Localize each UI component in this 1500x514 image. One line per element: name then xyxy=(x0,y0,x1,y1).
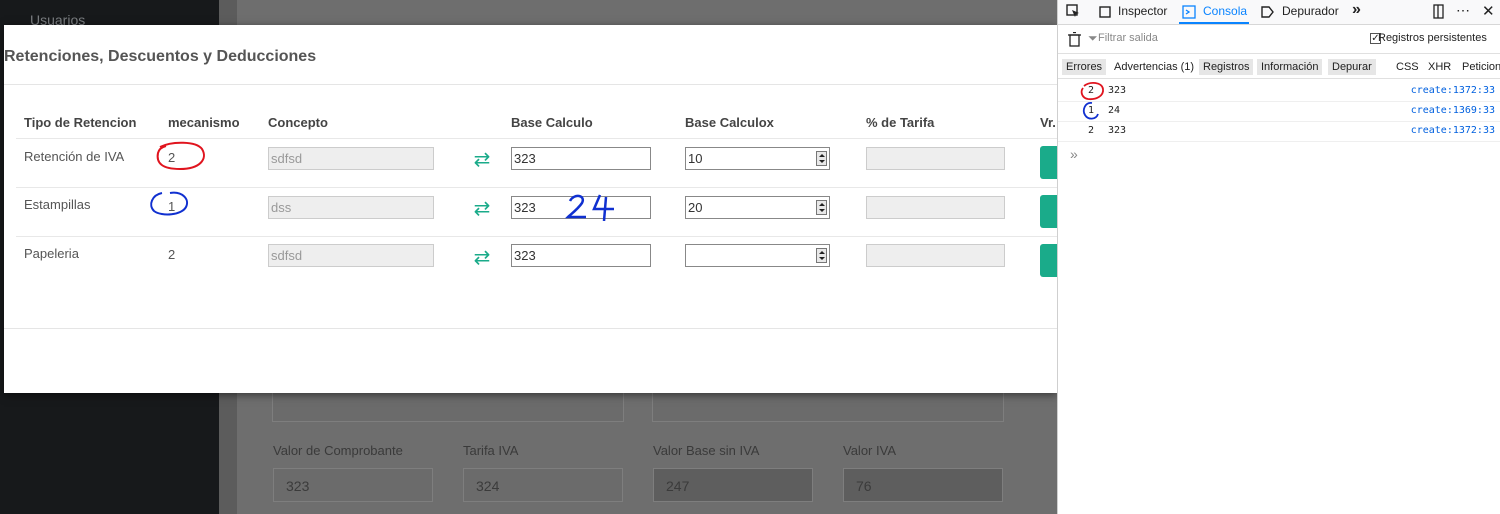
header-mecanismo: mecanismo xyxy=(168,115,240,130)
row1-concepto-input[interactable]: sdfsd xyxy=(268,147,434,170)
devtools-panel: Inspector Consola Depurador » ⋯ ✕ ⏷ Filt… xyxy=(1057,0,1500,514)
row1-tarifa-input[interactable] xyxy=(866,147,1005,170)
header-tipo-retencion: Tipo de Retencion xyxy=(24,115,137,130)
row3-mecanismo: 2 xyxy=(168,247,176,262)
red-circle-annotation xyxy=(1080,82,1104,101)
header-base-calculox: Base Calculox xyxy=(685,115,774,130)
log-value: 24 xyxy=(1108,105,1121,116)
active-tab-indicator xyxy=(1179,22,1249,24)
trash-icon[interactable] xyxy=(1068,32,1081,47)
filter-depurar[interactable]: Depurar xyxy=(1328,59,1376,75)
blue-circle-annotation xyxy=(150,191,188,216)
console-icon xyxy=(1182,5,1196,19)
log-source-link[interactable]: create:1372:33 xyxy=(1411,85,1495,96)
console-log-row[interactable]: 2 323 create:1372:33 xyxy=(1058,81,1500,102)
modal-footer-divider xyxy=(4,328,1057,329)
header-vr: Vr. xyxy=(1040,115,1056,130)
close-icon[interactable]: ✕ xyxy=(1482,2,1495,20)
header-concepto: Concepto xyxy=(268,115,328,130)
row3-spinner-icon[interactable] xyxy=(816,248,827,263)
row2-tipo: Estampillas xyxy=(24,197,91,212)
inspector-icon xyxy=(1099,6,1111,18)
log-source-link[interactable]: create:1369:33 xyxy=(1411,105,1495,116)
row1-tipo: Retención de IVA xyxy=(24,149,125,164)
persist-logs-label: Registros persistentes xyxy=(1378,32,1487,44)
element-picker-icon[interactable] xyxy=(1066,4,1080,18)
row3-base-calculo-input[interactable]: 323 xyxy=(511,244,651,267)
filter-informacion[interactable]: Información xyxy=(1257,59,1323,75)
row-divider xyxy=(16,236,1057,237)
bg-label-tarifa-iva: Tarifa IVA xyxy=(463,443,519,458)
row2-tarifa-input[interactable] xyxy=(866,196,1005,219)
tab-depurador[interactable]: Depurador xyxy=(1282,4,1339,18)
row2-concepto-input[interactable]: dss xyxy=(268,196,434,219)
row2-action-button[interactable] xyxy=(1040,195,1057,228)
filter-registros[interactable]: Registros xyxy=(1199,59,1254,75)
row2-spinner-icon[interactable] xyxy=(816,200,827,215)
filter-peticiones[interactable]: Peticiones xyxy=(1458,59,1500,75)
bg-field-tarifa-iva[interactable]: 324 xyxy=(463,468,623,502)
bg-label-valor-iva: Valor IVA xyxy=(843,443,896,458)
row3-action-button[interactable] xyxy=(1040,244,1057,277)
console-log-row[interactable]: 1 24 create:1369:33 xyxy=(1058,101,1500,122)
log-value: 323 xyxy=(1108,85,1127,96)
row1-base-calculo-input[interactable]: 323 xyxy=(511,147,651,170)
filter-icon: ⏷ xyxy=(1088,31,1098,45)
row2-base-calculox-input[interactable]: 20 xyxy=(685,196,830,219)
row1-action-button[interactable] xyxy=(1040,146,1057,179)
filter-advertencias[interactable]: Advertencias (1) xyxy=(1110,59,1198,75)
log-value: 323 xyxy=(1108,125,1127,136)
web-page: Usuarios Valor de Comprobante Tarifa IVA… xyxy=(0,0,1057,514)
filter-errores[interactable]: Errores xyxy=(1062,59,1107,75)
console-category-filters: Errores Advertencias (1) Registros Infor… xyxy=(1058,56,1500,79)
red-circle-annotation xyxy=(156,141,205,171)
console-prompt-input[interactable]: » xyxy=(1070,146,1078,162)
console-log-row[interactable]: 2 323 create:1372:33 xyxy=(1058,121,1500,142)
log-count: 2 xyxy=(1088,125,1095,136)
row3-base-calculox-input[interactable] xyxy=(685,244,830,267)
options-menu-icon[interactable]: ⋯ xyxy=(1456,2,1470,19)
bg-label-valor-comprobante: Valor de Comprobante xyxy=(273,443,403,458)
header-tarifa: % de Tarifa xyxy=(866,115,935,130)
filter-css[interactable]: CSS xyxy=(1392,59,1423,75)
modal-header-divider xyxy=(4,84,1057,85)
bg-field-valor-comprobante[interactable]: 323 xyxy=(273,468,433,502)
devtools-toolbar: Inspector Consola Depurador » ⋯ ✕ xyxy=(1058,0,1500,25)
blue-circle-annotation xyxy=(1082,102,1099,120)
row1-swap-icon[interactable]: ⇄ xyxy=(470,150,494,170)
row3-tipo: Papeleria xyxy=(24,246,79,261)
dock-toggle-icon[interactable] xyxy=(1432,4,1446,19)
bg-field-valor-base[interactable]: 247 xyxy=(653,468,813,502)
modal-title: Retenciones, Descuentos y Deducciones xyxy=(4,48,317,65)
tab-inspector[interactable]: Inspector xyxy=(1118,4,1167,18)
row1-spinner-icon[interactable] xyxy=(816,151,827,166)
more-tools-chevron-icon[interactable]: » xyxy=(1352,1,1361,19)
bg-field-valor-iva[interactable]: 76 xyxy=(843,468,1003,502)
bg-label-valor-base: Valor Base sin IVA xyxy=(653,443,760,458)
row1-base-calculox-input[interactable]: 10 xyxy=(685,147,830,170)
filter-xhr[interactable]: XHR xyxy=(1424,59,1455,75)
row2-swap-icon[interactable]: ⇄ xyxy=(470,199,494,219)
bg-field-empty-2[interactable] xyxy=(652,392,1004,422)
row1-base-calculox-value: 10 xyxy=(688,151,703,166)
row-divider xyxy=(16,187,1057,188)
row3-concepto-input[interactable]: sdfsd xyxy=(268,244,434,267)
retenciones-modal: Retenciones, Descuentos y Deducciones Ti… xyxy=(4,25,1057,393)
filter-output-input[interactable]: Filtrar salida xyxy=(1098,32,1158,44)
row3-tarifa-input[interactable] xyxy=(866,244,1005,267)
debugger-icon xyxy=(1261,6,1274,18)
log-source-link[interactable]: create:1372:33 xyxy=(1411,125,1495,136)
bg-field-empty-1[interactable] xyxy=(272,392,624,422)
header-base-calculo: Base Calculo xyxy=(511,115,593,130)
tab-consola[interactable]: Consola xyxy=(1203,4,1247,18)
handwritten-24-annotation xyxy=(564,194,614,221)
row3-swap-icon[interactable]: ⇄ xyxy=(470,248,494,268)
console-filter-bar: ⏷ Filtrar salida ✓ Registros persistente… xyxy=(1058,26,1500,54)
row2-base-calculox-value: 20 xyxy=(688,200,703,215)
